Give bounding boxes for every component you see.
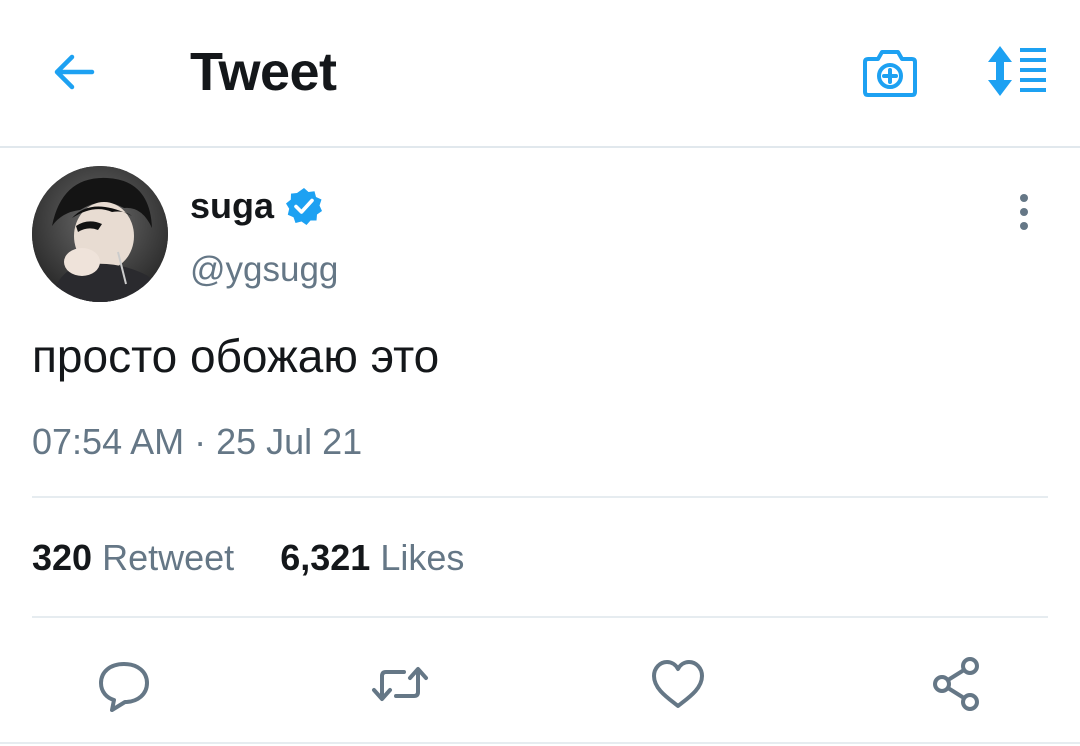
display-name[interactable]: suga: [190, 184, 274, 228]
likes-count: 6,321: [280, 537, 371, 578]
reply-button[interactable]: [92, 652, 156, 716]
tweet-text: просто обожаю это: [32, 330, 440, 382]
share-icon: [924, 652, 988, 716]
retweet-label: Retweet: [102, 537, 235, 578]
more-options-button[interactable]: [1006, 190, 1042, 234]
more-vertical-icon: [1006, 190, 1042, 234]
retweet-icon: [368, 652, 432, 716]
verified-badge-icon: [284, 186, 324, 226]
page-title: Tweet: [190, 42, 337, 102]
share-button[interactable]: [924, 652, 988, 716]
back-button[interactable]: [48, 46, 100, 98]
like-button[interactable]: [646, 652, 710, 716]
reply-icon: [92, 652, 156, 716]
divider: [0, 742, 1080, 744]
heart-icon: [646, 652, 710, 716]
divider: [32, 616, 1048, 618]
likes-label: Likes: [380, 537, 465, 578]
retweet-count: 320: [32, 537, 93, 578]
avatar[interactable]: [32, 166, 168, 302]
camera-plus-icon: [860, 44, 920, 100]
divider: [32, 496, 1048, 498]
sort-button[interactable]: [982, 44, 1050, 98]
header-divider: [0, 146, 1080, 148]
arrow-left-icon: [48, 46, 100, 98]
user-handle[interactable]: @ygsugg: [190, 248, 338, 292]
likes-stat[interactable]: 6,321 Likes: [280, 537, 464, 578]
retweet-button[interactable]: [368, 652, 432, 716]
sort-list-icon: [982, 44, 1050, 98]
camera-button[interactable]: [860, 44, 920, 100]
tweet-stats: 320 Retweet 6,321 Likes: [32, 536, 464, 580]
retweet-stat[interactable]: 320 Retweet: [32, 537, 244, 578]
tweet-timestamp: 07:54 AM · 25 Jul 21: [32, 421, 363, 462]
